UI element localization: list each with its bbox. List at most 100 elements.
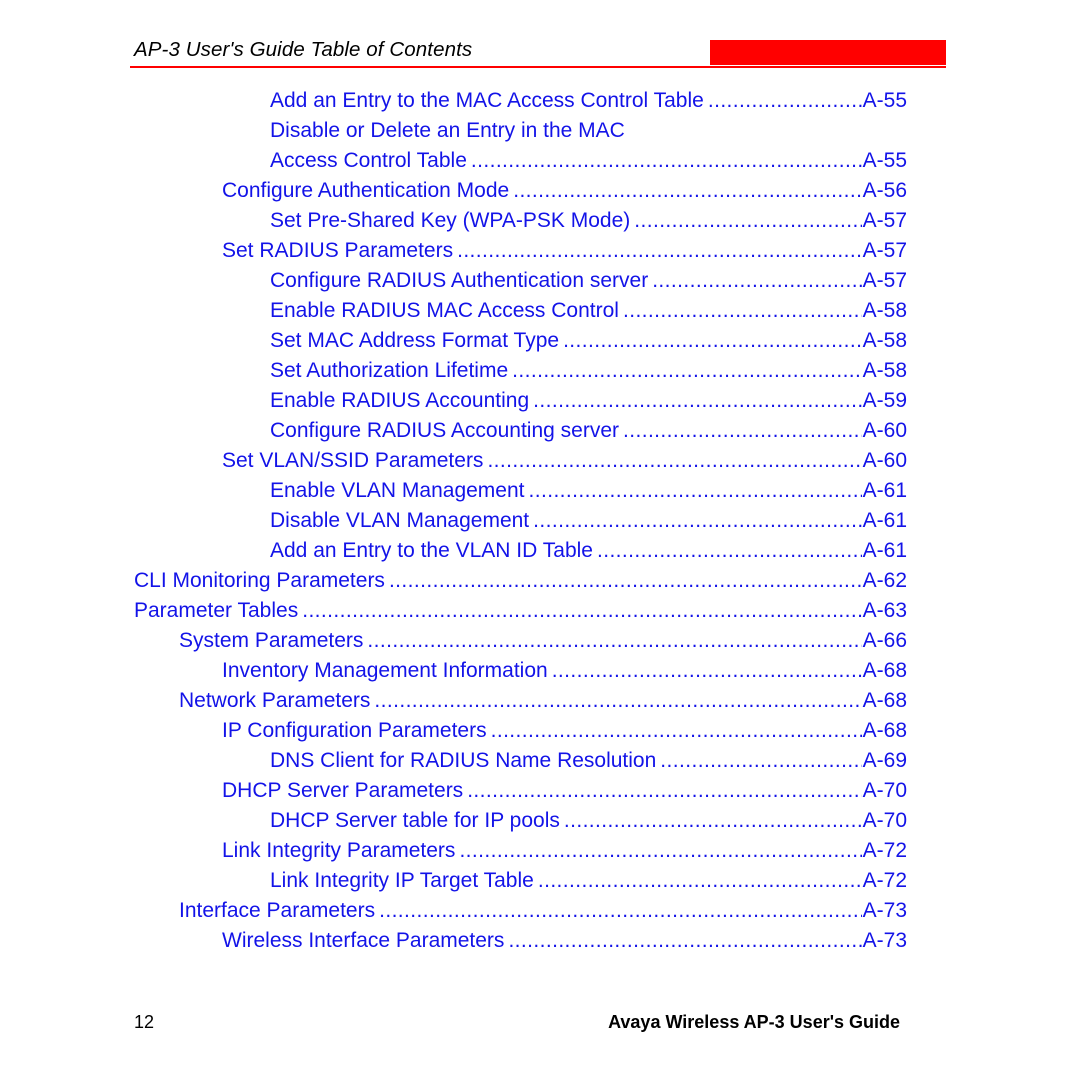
- toc-entry-title: Network Parameters: [179, 689, 371, 712]
- toc-dot-leader: [487, 446, 861, 476]
- toc-dot-leader: [491, 716, 862, 746]
- toc-entry-inner: Wireless Interface Parameters A-73: [222, 926, 907, 956]
- toc-entry-title: Set Authorization Lifetime: [270, 359, 509, 382]
- toc-entry-inner: Add an Entry to the VLAN ID Table A-61: [270, 536, 907, 566]
- toc-entry[interactable]: DHCP Server table for IP pools A-70: [0, 806, 1080, 836]
- page-footer: 12 Avaya Wireless AP-3 User's Guide: [134, 1012, 946, 1040]
- toc-entry[interactable]: DHCP Server Parameters A-70: [0, 776, 1080, 806]
- toc-entry-title: DHCP Server Parameters: [222, 779, 464, 802]
- toc-entry[interactable]: Disable or Delete an Entry in the MAC: [0, 116, 1080, 146]
- toc-entry[interactable]: Configure Authentication Mode A-56: [0, 176, 1080, 206]
- toc-entry-title: Configure RADIUS Accounting server: [270, 419, 619, 442]
- toc-entry-page-number: A-63: [862, 599, 907, 622]
- toc-entry-inner: Link Integrity Parameters A-72: [222, 836, 907, 866]
- toc-entry[interactable]: Enable RADIUS Accounting A-59: [0, 386, 1080, 416]
- toc-entry-inner: Link Integrity IP Target Table A-72: [270, 866, 907, 896]
- toc-entry[interactable]: IP Configuration Parameters A-68: [0, 716, 1080, 746]
- toc-entry[interactable]: Add an Entry to the VLAN ID Table A-61: [0, 536, 1080, 566]
- toc-entry-title: Set VLAN/SSID Parameters: [222, 449, 484, 472]
- toc-entry-inner: CLI Monitoring Parameters A-62: [134, 566, 907, 596]
- toc-entry-inner: Set Pre-Shared Key (WPA-PSK Mode) A-57: [270, 206, 907, 236]
- toc-entry-inner: Set RADIUS Parameters A-57: [222, 236, 907, 266]
- toc-entry[interactable]: Network Parameters A-68: [0, 686, 1080, 716]
- header-redaction-box: [710, 40, 946, 65]
- toc-dot-leader: [533, 506, 862, 536]
- header-title: AP-3 User's Guide Table of Contents: [134, 38, 473, 61]
- toc-dot-leader: [538, 866, 862, 896]
- toc-dot-leader: [552, 656, 862, 686]
- toc-dot-leader: [457, 236, 862, 266]
- toc-entry[interactable]: DNS Client for RADIUS Name Resolution A-6…: [0, 746, 1080, 776]
- toc-entry-inner: Enable VLAN Management A-61: [270, 476, 907, 506]
- toc-entry-title: Configure RADIUS Authentication server: [270, 269, 649, 292]
- toc-entry[interactable]: Link Integrity Parameters A-72: [0, 836, 1080, 866]
- toc-dot-leader: [652, 266, 861, 296]
- toc-entry-page-number: A-60: [862, 419, 907, 442]
- toc-entry-inner: Enable RADIUS Accounting A-59: [270, 386, 907, 416]
- toc-entry[interactable]: Set MAC Address Format Type A-58: [0, 326, 1080, 356]
- toc-entry-title: Configure Authentication Mode: [222, 179, 510, 202]
- toc-dot-leader: [512, 356, 862, 386]
- toc-entry-page-number: A-73: [862, 899, 907, 922]
- toc-dot-leader: [708, 86, 862, 116]
- toc-entry[interactable]: Set Authorization Lifetime A-58: [0, 356, 1080, 386]
- toc-dot-leader: [471, 146, 862, 176]
- toc-entry-page-number: A-61: [862, 539, 907, 562]
- toc-entry[interactable]: Inventory Management Information A-68: [0, 656, 1080, 686]
- toc-entry-title: Inventory Management Information: [222, 659, 548, 682]
- toc-entry-inner: Disable VLAN Management A-61: [270, 506, 907, 536]
- toc-entry-title: Add an Entry to the MAC Access Control T…: [270, 89, 704, 112]
- toc-entry-inner: Enable RADIUS MAC Access Control A-58: [270, 296, 907, 326]
- toc-entry[interactable]: Enable RADIUS MAC Access Control A-58: [0, 296, 1080, 326]
- toc-entry[interactable]: Configure RADIUS Authentication server A-…: [0, 266, 1080, 296]
- toc-entry[interactable]: Access Control Table A-55: [0, 146, 1080, 176]
- toc-entry-inner: Inventory Management Information A-68: [222, 656, 907, 686]
- toc-entry-title: Enable RADIUS Accounting: [270, 389, 530, 412]
- toc-entry[interactable]: Disable VLAN Management A-61: [0, 506, 1080, 536]
- toc-entry[interactable]: Configure RADIUS Accounting server A-60: [0, 416, 1080, 446]
- toc-entry[interactable]: Set RADIUS Parameters A-57: [0, 236, 1080, 266]
- toc-entry-inner: DHCP Server table for IP pools A-70: [270, 806, 907, 836]
- toc-entry[interactable]: Interface Parameters A-73: [0, 896, 1080, 926]
- toc-entry-title: Disable VLAN Management: [270, 509, 530, 532]
- toc-entry-page-number: A-57: [862, 239, 907, 262]
- toc-entry-title: Access Control Table: [270, 149, 467, 172]
- toc-entry[interactable]: Add an Entry to the MAC Access Control T…: [0, 86, 1080, 116]
- toc-dot-leader: [379, 896, 862, 926]
- toc-entry-title: Link Integrity Parameters: [222, 839, 456, 862]
- footer-guide-title: Avaya Wireless AP-3 User's Guide: [608, 1012, 900, 1032]
- toc-entry-inner: System Parameters A-66: [179, 626, 907, 656]
- toc-entry[interactable]: Wireless Interface Parameters A-73: [0, 926, 1080, 956]
- toc-entry-title: Wireless Interface Parameters: [222, 929, 505, 952]
- toc-entry[interactable]: CLI Monitoring Parameters A-62: [0, 566, 1080, 596]
- toc-entry[interactable]: Set VLAN/SSID Parameters A-60: [0, 446, 1080, 476]
- toc-entry-inner: DNS Client for RADIUS Name Resolution A-6…: [270, 746, 907, 776]
- toc-entry[interactable]: Enable VLAN Management A-61: [0, 476, 1080, 506]
- toc-entry-title: Add an Entry to the VLAN ID Table: [270, 539, 593, 562]
- toc-entry[interactable]: Parameter Tables A-63: [0, 596, 1080, 626]
- toc-entry-inner: Configure Authentication Mode A-56: [222, 176, 907, 206]
- toc-entry-inner: IP Configuration Parameters A-68: [222, 716, 907, 746]
- toc-entry[interactable]: System Parameters A-66: [0, 626, 1080, 656]
- toc-entry-page-number: A-70: [862, 809, 907, 832]
- toc-entry-title: Link Integrity IP Target Table: [270, 869, 534, 892]
- toc-entry-title: Enable VLAN Management: [270, 479, 525, 502]
- toc-entry-page-number: A-57: [862, 209, 907, 232]
- document-page: AP-3 User's Guide Table of Contents Add …: [0, 0, 1080, 1080]
- toc-entry[interactable]: Set Pre-Shared Key (WPA-PSK Mode) A-57: [0, 206, 1080, 236]
- toc-dot-leader: [302, 596, 861, 626]
- toc-entry-inner: Disable or Delete an Entry in the MAC: [270, 116, 629, 146]
- toc-dot-leader: [513, 176, 861, 206]
- toc-dot-leader: [533, 386, 861, 416]
- toc-entry-inner: Set VLAN/SSID Parameters A-60: [222, 446, 907, 476]
- toc-entry-page-number: A-58: [862, 359, 907, 382]
- toc-entry-title: CLI Monitoring Parameters: [134, 569, 385, 592]
- toc-entry-page-number: A-55: [862, 89, 907, 112]
- toc-dot-leader: [623, 296, 862, 326]
- toc-dot-leader: [660, 746, 861, 776]
- toc-dot-leader: [563, 326, 862, 356]
- toc-entry-page-number: A-73: [862, 929, 907, 952]
- toc-dot-leader: [634, 206, 861, 236]
- toc-entry[interactable]: Link Integrity IP Target Table A-72: [0, 866, 1080, 896]
- header-rule-divider: [130, 66, 946, 68]
